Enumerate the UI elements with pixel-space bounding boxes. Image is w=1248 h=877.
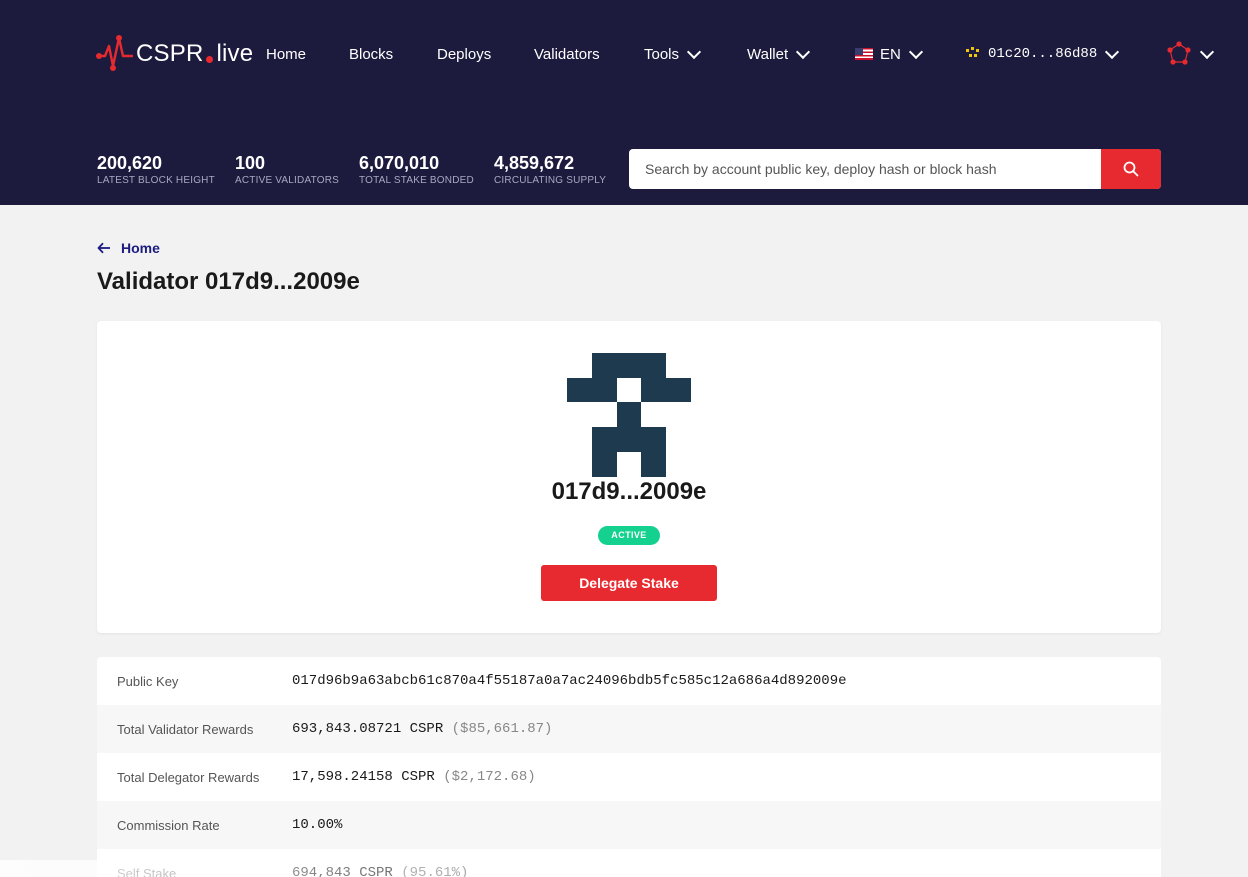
search-icon <box>1123 161 1139 177</box>
account-identicon-icon <box>966 47 980 61</box>
search-bar <box>629 149 1161 189</box>
detail-key: Public Key <box>117 673 179 689</box>
nav-home-label: Home <box>266 45 307 63</box>
chevron-down-icon <box>1199 44 1215 60</box>
detail-row-public-key: Public Key 017d96b9a63abcb61c870a4f55187… <box>97 657 1161 705</box>
nav-validators[interactable]: Validators <box>534 36 600 72</box>
fiat-value: ($2,172.68) <box>443 769 536 785</box>
detail-key: Self Stake <box>117 865 177 877</box>
detail-key: Total Validator Rewards <box>117 721 254 737</box>
detail-value: 694,843 CSPR (95.61%) <box>292 865 468 877</box>
chevron-down-icon <box>796 44 811 60</box>
detail-value: 017d96b9a63abcb61c870a4f55187a0a7ac24096… <box>292 673 847 689</box>
nav-tools-dropdown[interactable]: Tools <box>644 36 702 72</box>
stat-circulating-supply: 4,859,672 CIRCULATING SUPPLY <box>494 152 606 186</box>
us-flag-icon <box>855 48 873 60</box>
nav-wallet-label: Wallet <box>747 45 789 63</box>
stat-value: 100 <box>235 153 266 173</box>
account-key-label: 01c20...86d88 <box>988 46 1098 62</box>
detail-value: 693,843.08721 CSPR ($85,661.87) <box>292 721 552 737</box>
stake-percent-value: (95.61%) <box>401 865 469 877</box>
nav-tools-label: Tools <box>644 45 680 63</box>
detail-key: Commission Rate <box>117 817 220 833</box>
stat-label: ACTIVE VALIDATORS <box>235 175 339 186</box>
stat-block-height: 200,620 LATEST BLOCK HEIGHT <box>97 152 215 186</box>
chevron-down-icon <box>908 44 923 60</box>
nav-blocks-label: Blocks <box>349 45 394 63</box>
arrow-left-icon <box>97 242 110 254</box>
language-label: EN <box>880 45 901 63</box>
stat-label: TOTAL STAKE BONDED <box>359 175 474 186</box>
nav-deploys-label: Deploys <box>437 45 492 63</box>
stat-label: LATEST BLOCK HEIGHT <box>97 175 215 186</box>
breadcrumb-label: Home <box>121 240 160 256</box>
validator-details-table: Public Key 017d96b9a63abcb61c870a4f55187… <box>97 657 1161 877</box>
stat-active-validators: 100 ACTIVE VALIDATORS <box>235 152 339 186</box>
public-key-value[interactable]: 017d96b9a63abcb61c870a4f55187a0a7ac24096… <box>292 673 847 689</box>
stat-value: 6,070,010 <box>359 153 440 173</box>
detail-row-commission-rate: Commission Rate 10.00% <box>97 801 1161 849</box>
commission-value: 10.00% <box>292 817 343 833</box>
main-nav: Home Blocks Deploys Validators Tools Wal… <box>0 36 1248 72</box>
validator-summary-card: 017d9...2009e ACTIVE Delegate Stake <box>97 321 1161 633</box>
nav-blocks[interactable]: Blocks <box>349 36 393 72</box>
fiat-value: ($85,661.87) <box>451 721 553 737</box>
amount-value: 693,843.08721 CSPR <box>292 721 444 737</box>
page-title: Validator 017d9...2009e <box>97 268 360 295</box>
network-icon <box>1167 41 1191 65</box>
stat-label: CIRCULATING SUPPLY <box>494 175 607 186</box>
account-dropdown[interactable]: 01c20...86d88 <box>966 36 1120 72</box>
detail-row-validator-rewards: Total Validator Rewards 693,843.08721 CS… <box>97 705 1161 753</box>
stat-value: 4,859,672 <box>494 153 575 173</box>
detail-row-self-stake: Self Stake 694,843 CSPR (95.61%) <box>97 849 1161 877</box>
nav-deploys[interactable]: Deploys <box>437 36 491 72</box>
chevron-down-icon <box>686 44 702 60</box>
language-dropdown[interactable]: EN <box>855 36 923 72</box>
breadcrumb-home-link[interactable]: Home <box>97 240 160 256</box>
chevron-down-icon <box>1105 44 1120 60</box>
detail-row-delegator-rewards: Total Delegator Rewards 17,598.24158 CSP… <box>97 753 1161 801</box>
validator-name: 017d9...2009e <box>551 478 707 505</box>
search-button[interactable] <box>1101 149 1161 189</box>
detail-value: 10.00% <box>292 817 342 833</box>
detail-value: 17,598.24158 CSPR ($2,172.68) <box>292 769 536 785</box>
nav-validators-label: Validators <box>534 45 600 63</box>
stat-value: 200,620 <box>97 153 163 173</box>
search-input[interactable] <box>629 149 1101 189</box>
top-header: CSPR live Home Blocks Deploys Validators … <box>0 0 1248 205</box>
nav-wallet-dropdown[interactable]: Wallet <box>747 36 811 72</box>
delegate-stake-button[interactable]: Delegate Stake <box>541 565 717 601</box>
validator-identicon-avatar <box>567 353 691 477</box>
amount-value: 17,598.24158 CSPR <box>292 769 435 785</box>
amount-value: 694,843 CSPR <box>292 865 393 877</box>
status-badge: ACTIVE <box>598 526 660 545</box>
detail-key: Total Delegator Rewards <box>117 769 260 785</box>
nav-home[interactable]: Home <box>266 36 306 72</box>
stat-total-stake: 6,070,010 TOTAL STAKE BONDED <box>359 152 474 186</box>
network-dropdown[interactable] <box>1166 36 1215 72</box>
